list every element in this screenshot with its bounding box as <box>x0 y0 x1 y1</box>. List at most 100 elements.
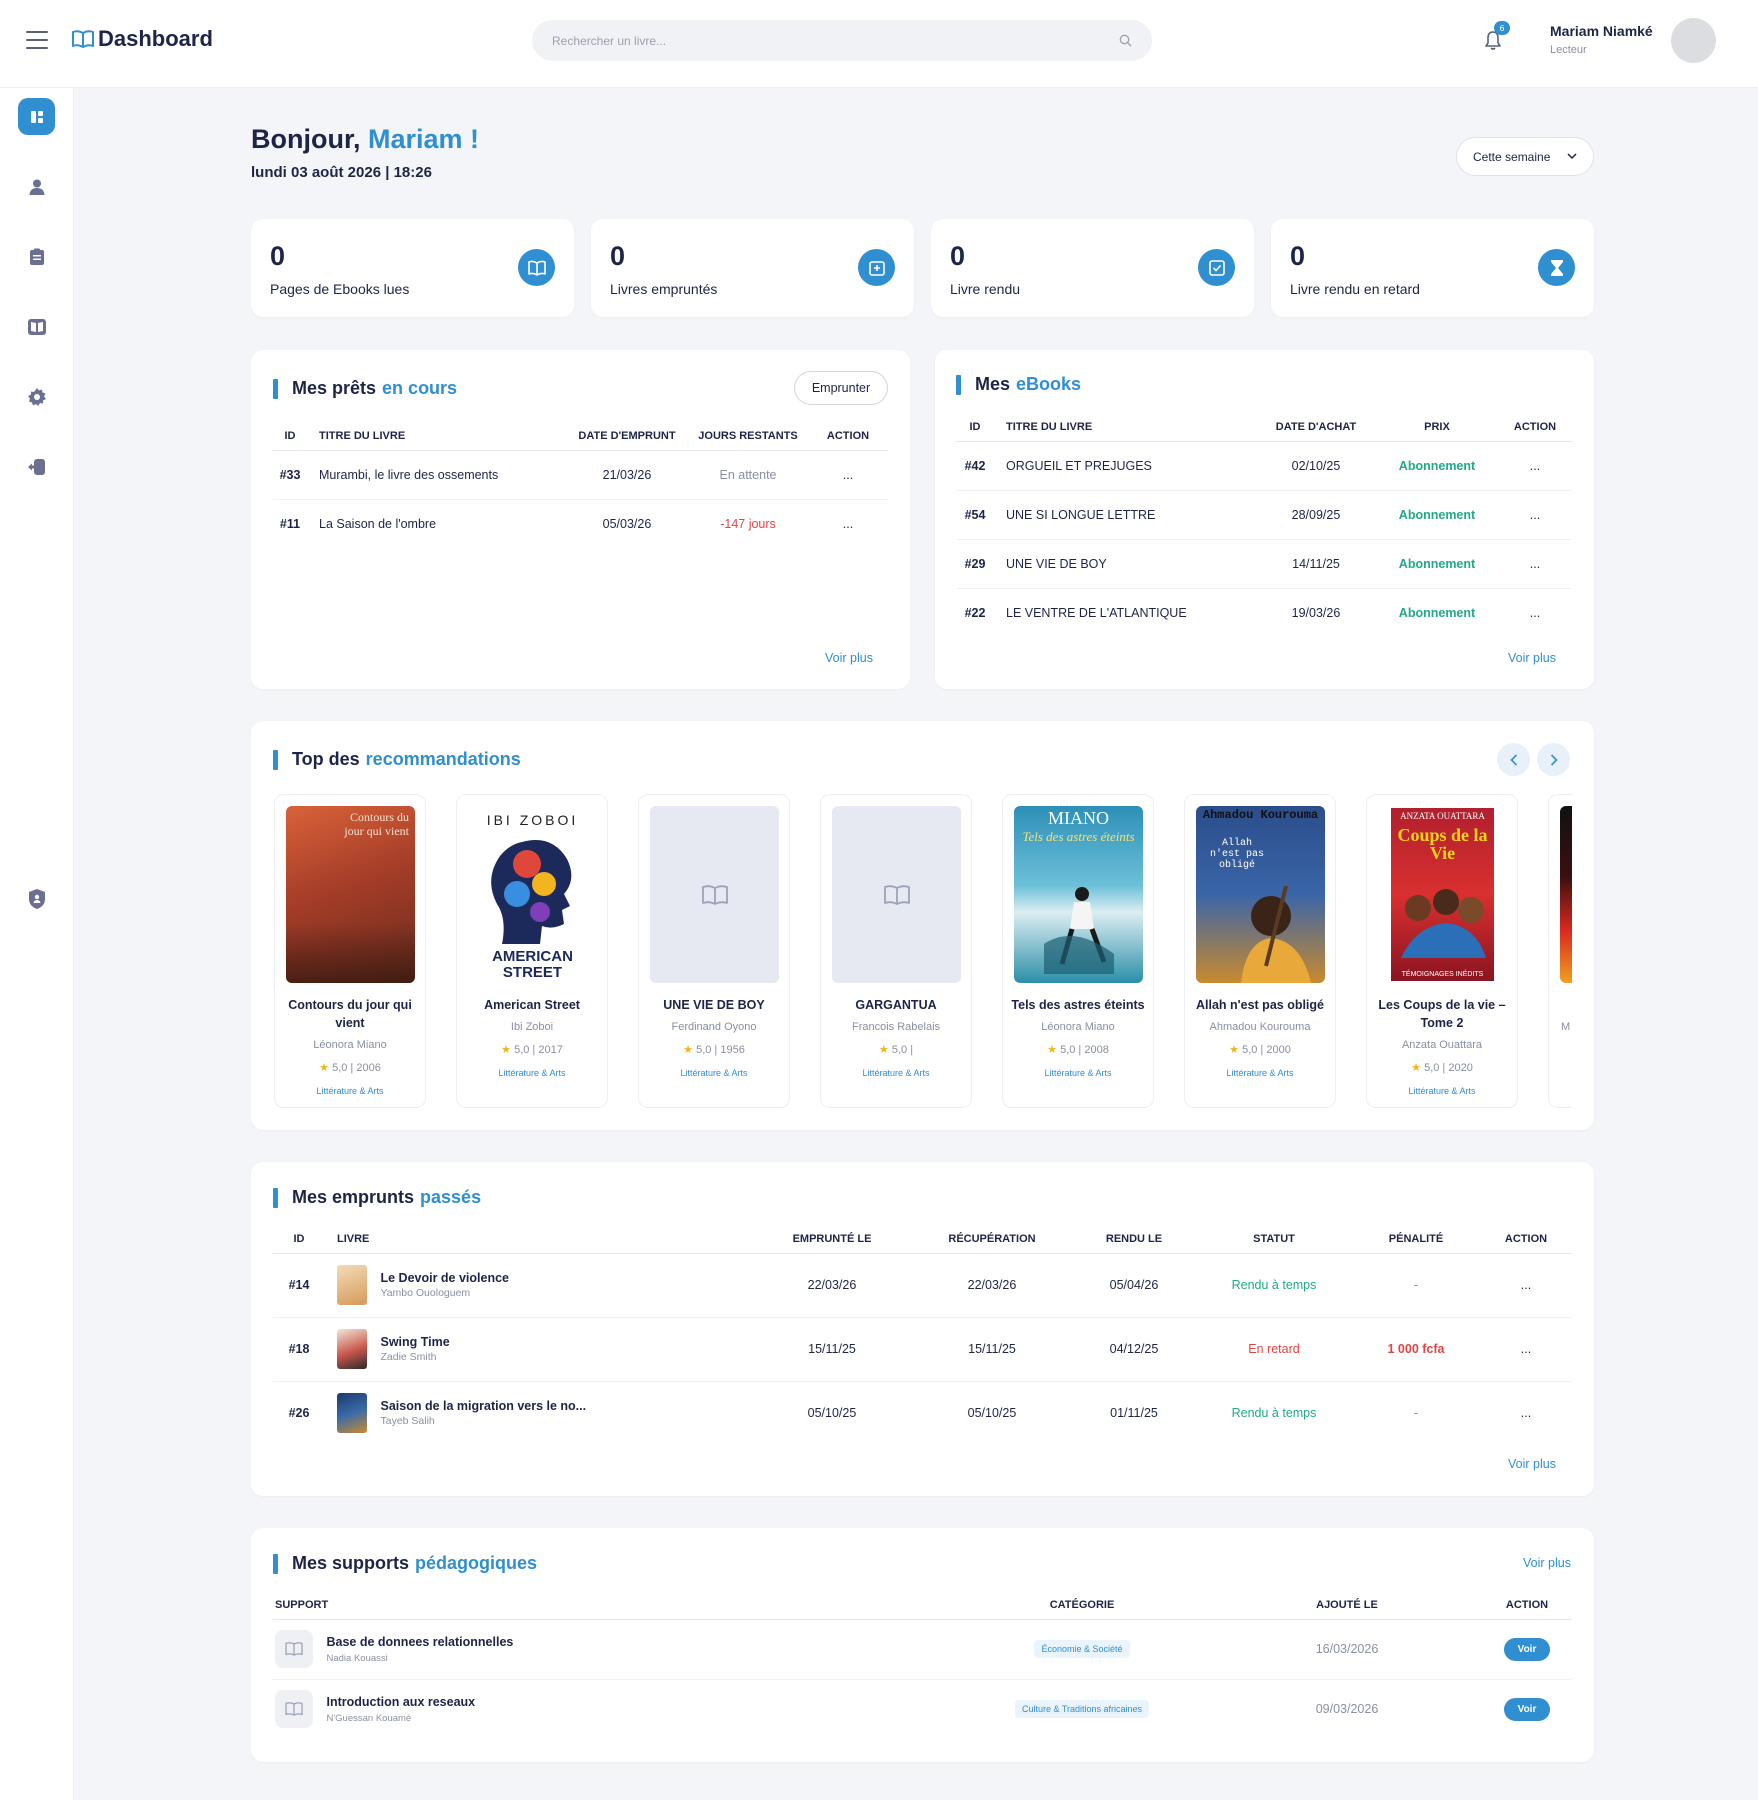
view-button[interactable]: Voir <box>1503 1637 1551 1661</box>
past-action-button[interactable]: ... <box>1480 1381 1572 1445</box>
book-card[interactable]: ANZATA OUATTARA Coups de la Vie TÉMOIGNA… <box>1366 794 1518 1108</box>
book-author: Ibi Zoboi <box>510 1021 554 1033</box>
past-more-link[interactable]: Voir plus <box>1508 1457 1556 1471</box>
loan-action-button[interactable]: ... <box>808 499 888 548</box>
book-card[interactable]: Ahmadou Kourouma Allah n'est pas obligé … <box>1184 794 1336 1108</box>
user-name[interactable]: Mariam Niamké <box>1550 23 1653 39</box>
book-category[interactable]: Littérature & Arts <box>1191 1064 1329 1082</box>
loan-id: #11 <box>279 516 301 531</box>
stat-label: Livre rendu <box>950 281 1021 297</box>
book-card[interactable]: M <box>1548 794 1572 1108</box>
book-card[interactable]: Contours du jour qui vient Contours du j… <box>274 794 426 1108</box>
sidebar-item-ebooks[interactable] <box>18 308 55 345</box>
prev-button[interactable] <box>1497 743 1530 776</box>
past-book-title: Le Devoir de violence <box>380 1271 510 1285</box>
next-button[interactable] <box>1537 743 1570 776</box>
table-row[interactable]: #54 UNE SI LONGUE LETTRE 28/09/25 Abonne… <box>956 490 1572 540</box>
ebook-action-button[interactable]: ... <box>1498 539 1572 589</box>
loan-remaining: En attente <box>688 450 808 500</box>
logo[interactable]: Dashboard <box>72 26 213 52</box>
view-button[interactable]: Voir <box>1503 1697 1551 1721</box>
table-row[interactable]: #18 Swing Time Zadie Smith 15/11/25 15/1… <box>273 1317 1572 1382</box>
loan-date: 05/03/26 <box>602 516 652 531</box>
ebook-action-button[interactable]: ... <box>1498 441 1572 491</box>
star-icon: ★ <box>501 1044 512 1056</box>
stat-card-returned: 0 Livre rendu <box>931 219 1254 317</box>
sidebar-item-loans[interactable] <box>18 238 55 275</box>
supports-more-link[interactable]: Voir plus <box>1523 1556 1571 1570</box>
cover-art <box>1044 887 1114 974</box>
book-category[interactable]: Littérature & Arts <box>281 1082 419 1100</box>
book-category[interactable]: Littérature & Arts <box>827 1064 965 1082</box>
top-bar: Dashboard 6 Mariam Niamké Lecteur <box>0 0 1758 88</box>
search-input[interactable] <box>552 33 1119 48</box>
title-bar <box>273 1553 278 1574</box>
ebook-action-button[interactable]: ... <box>1498 588 1572 637</box>
book-category[interactable]: Littérature & Arts <box>1373 1082 1511 1100</box>
cover-text: ANZATA OUATTARA <box>1400 811 1485 821</box>
cover-text: TÉMOIGNAGES INÉDITS <box>1401 971 1484 978</box>
book-card[interactable]: IBI ZOBOI AMERICAN STREET American Stree… <box>456 794 608 1108</box>
book-category[interactable]: Littérature & Arts <box>1009 1064 1147 1082</box>
past-action-button[interactable]: ... <box>1480 1317 1572 1382</box>
book-category[interactable]: Littérature & Arts <box>645 1064 783 1082</box>
table-row[interactable]: #14 Le Devoir de violence Yambo Ouologue… <box>273 1253 1572 1318</box>
loans-more-link[interactable]: Voir plus <box>825 651 873 665</box>
ebook-title: LE VENTRE DE L'ATLANTIQUE <box>1006 605 1187 620</box>
sidebar-item-logout[interactable] <box>18 448 55 485</box>
table-row[interactable]: #26 Saison de la migration vers le no...… <box>273 1381 1572 1445</box>
cover-text: Tels des astres éteints <box>1022 829 1135 844</box>
book-info: American Street Ibi Zoboi ★ 5,0 | 2017 L… <box>463 996 601 1082</box>
book-category[interactable]: Littérature & Arts <box>463 1064 601 1082</box>
sidebar-item-profile[interactable] <box>18 168 55 205</box>
book-year: 2008 <box>1084 1044 1109 1056</box>
sidebar-item-settings[interactable] <box>18 378 55 415</box>
table-row[interactable]: #42 ORGUEIL ET PREJUGES 02/10/25 Abonnem… <box>956 441 1572 491</box>
past-book: Swing Time Zadie Smith <box>325 1317 752 1382</box>
col-action: ACTION <box>1480 1225 1572 1254</box>
book-placeholder-icon <box>701 884 728 905</box>
star-icon: ★ <box>1411 1062 1422 1074</box>
table-row[interactable]: #22 LE VENTRE DE L'ATLANTIQUE 19/03/26 A… <box>956 588 1572 637</box>
table-row[interactable]: #11 La Saison de l'ombre 05/03/26 -147 j… <box>273 499 888 548</box>
table-row[interactable]: #33 Murambi, le livre des ossements 21/0… <box>273 450 888 500</box>
cover-text: Coups de la Vie <box>1397 825 1488 863</box>
book-card[interactable]: MIANO Tels des astres éteints Tels des a… <box>1002 794 1154 1108</box>
past-status: Rendu à temps <box>1231 1406 1317 1421</box>
book-year: 2020 <box>1448 1062 1473 1074</box>
table-row[interactable]: Introduction aux reseaux N'Guessan Kouam… <box>273 1679 1572 1739</box>
logo-text: Dashboard <box>98 26 213 51</box>
table-row[interactable]: #29 UNE VIE DE BOY 14/11/25 Abonnement .… <box>956 539 1572 589</box>
book-cover: ANZATA OUATTARA Coups de la Vie TÉMOIGNA… <box>1378 806 1507 983</box>
avatar[interactable] <box>1671 18 1716 63</box>
ebook-action-button[interactable]: ... <box>1498 490 1572 540</box>
borrow-button[interactable]: Emprunter <box>794 371 888 405</box>
ebook-id: #29 <box>956 539 994 589</box>
table-row[interactable]: Base de donnees relationnelles Nadia Kou… <box>273 1619 1572 1680</box>
book-card[interactable]: UNE VIE DE BOY Ferdinand Oyono ★ 5,0 | 1… <box>638 794 790 1108</box>
supports-title-highlight: pédagogiques <box>415 1553 538 1573</box>
book-info: GARGANTUA Francois Rabelais ★ 5,0 | Litt… <box>827 996 965 1082</box>
book-meta: ★ 5,0 | 2008 <box>1047 1044 1109 1056</box>
book-icon <box>275 1630 313 1668</box>
book-meta: ★ 5,0 | 2006 <box>319 1062 381 1074</box>
past-penalty: - <box>1352 1253 1480 1318</box>
sidebar-item-dashboard[interactable] <box>18 98 55 135</box>
col-id: ID <box>273 1225 325 1254</box>
past-action-button[interactable]: ... <box>1480 1253 1572 1318</box>
sidebar-item-security[interactable] <box>18 880 55 917</box>
stat-value: 0 <box>610 241 626 271</box>
book-info: Contours du jour qui vient Léonora Miano… <box>281 996 419 1100</box>
loan-action-button[interactable]: ... <box>808 450 888 500</box>
ebooks-more-link[interactable]: Voir plus <box>1508 651 1556 665</box>
book-author: Léonora Miano <box>1041 1021 1115 1033</box>
book-card[interactable]: GARGANTUA Francois Rabelais ★ 5,0 | Litt… <box>820 794 972 1108</box>
menu-icon[interactable] <box>26 31 48 49</box>
book-title: Les Coups de la vie – Tome 2 <box>1378 998 1506 1030</box>
search-icon[interactable] <box>1119 34 1132 47</box>
supports-title: Mes supports pédagogiques <box>273 1553 537 1574</box>
greeting-name: Mariam ! <box>368 124 480 154</box>
period-select[interactable]: Cette semaine <box>1456 137 1594 176</box>
search-bar[interactable] <box>532 20 1152 61</box>
book-author: Ferdinand Oyono <box>671 1021 757 1033</box>
